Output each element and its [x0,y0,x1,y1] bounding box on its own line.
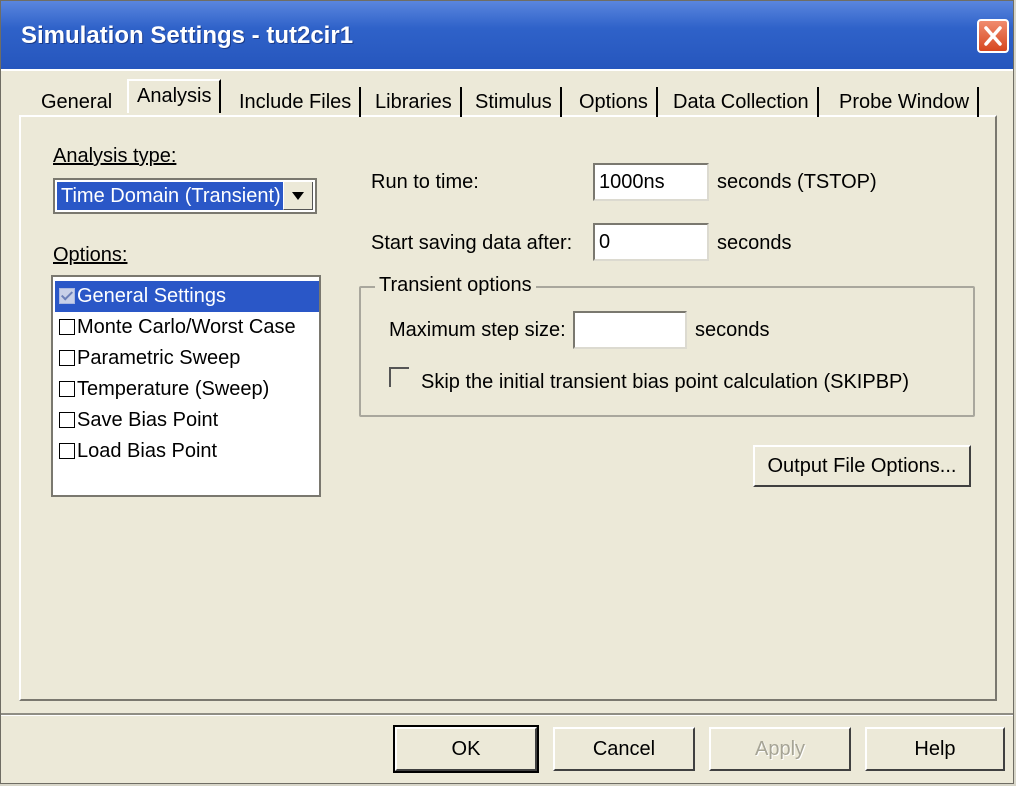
output-file-options-label: Output File Options... [767,455,957,477]
tab-probe-window[interactable]: Probe Window [831,87,980,117]
tab-data-collection[interactable]: Data Collection [665,87,819,117]
checkbox-load-bias-point[interactable] [59,443,75,459]
checkbox-temperature-sweep[interactable] [59,381,75,397]
cancel-button[interactable]: Cancel [553,727,695,771]
checkbox-general-settings[interactable] [59,288,75,304]
option-temperature-sweep[interactable]: Temperature (Sweep) [55,374,319,405]
max-step-input[interactable] [573,311,687,349]
option-label: Load Bias Point [77,440,218,462]
skip-bias-point-label[interactable]: Skip the initial transient bias point ca… [421,371,909,394]
option-label: General Settings [77,285,226,307]
start-saving-label: Start saving data after: [371,232,573,254]
analysis-type-value: Time Domain (Transient) [57,182,283,210]
output-file-options-button[interactable]: Output File Options... [753,445,971,487]
tab-options[interactable]: Options [571,87,658,117]
option-parametric-sweep[interactable]: Parametric Sweep [55,343,319,374]
close-icon [984,26,1002,46]
window-title: Simulation Settings - tut2cir1 [21,22,354,49]
run-to-time-text: Run to time: [371,171,479,193]
options-list[interactable]: General Settings Monte Carlo/Worst Case … [51,275,321,497]
ok-button[interactable]: OK [393,725,539,773]
transient-options-group: Transient options [359,274,975,417]
run-to-time-label: Run to time: [371,171,479,194]
apply-label: Apply [754,738,806,760]
option-label: Monte Carlo/Worst Case [77,316,296,338]
skip-bias-point-checkbox[interactable] [389,367,409,387]
ok-label: OK [451,738,481,760]
option-label: Save Bias Point [77,409,219,431]
run-to-time-input[interactable] [593,163,709,201]
start-saving-unit: seconds [717,232,792,254]
max-step-unit: seconds [695,319,770,341]
analysis-type-label: Analysis type: [53,145,177,167]
button-bar-divider [1,713,1013,716]
simulation-settings-dialog: Simulation Settings - tut2cir1 General A… [0,0,1014,784]
checkbox-parametric-sweep[interactable] [59,350,75,366]
tab-analysis[interactable]: Analysis [127,79,222,113]
max-step-label: Maximum step size: [389,319,566,341]
analysis-type-dropdown-button[interactable] [283,182,313,210]
run-to-time-unit: seconds (TSTOP) [717,171,877,193]
chevron-down-icon [292,192,304,200]
checkbox-monte-carlo[interactable] [59,319,75,335]
options-label: Options: [53,244,128,266]
close-button[interactable] [977,19,1009,53]
option-general-settings[interactable]: General Settings [55,281,319,312]
help-label: Help [914,738,956,760]
cancel-label: Cancel [592,738,656,760]
transient-options-title: Transient options [375,274,536,297]
help-button[interactable]: Help [865,727,1005,771]
tab-general[interactable]: General [33,87,120,117]
tab-strip: General Analysis Include Files Libraries… [31,79,983,119]
option-label: Parametric Sweep [77,347,241,369]
tab-include-files[interactable]: Include Files [231,87,362,117]
tab-libraries[interactable]: Libraries [367,87,462,117]
start-saving-input[interactable] [593,223,709,261]
analysis-type-select[interactable]: Time Domain (Transient) [53,178,317,214]
option-load-bias-point[interactable]: Load Bias Point [55,436,319,467]
option-label: Temperature (Sweep) [77,378,270,400]
tab-stimulus[interactable]: Stimulus [467,87,562,117]
apply-button[interactable]: Apply [709,727,851,771]
option-monte-carlo[interactable]: Monte Carlo/Worst Case [55,312,319,343]
option-save-bias-point[interactable]: Save Bias Point [55,405,319,436]
title-bar[interactable]: Simulation Settings - tut2cir1 [1,1,1013,71]
checkbox-save-bias-point[interactable] [59,412,75,428]
